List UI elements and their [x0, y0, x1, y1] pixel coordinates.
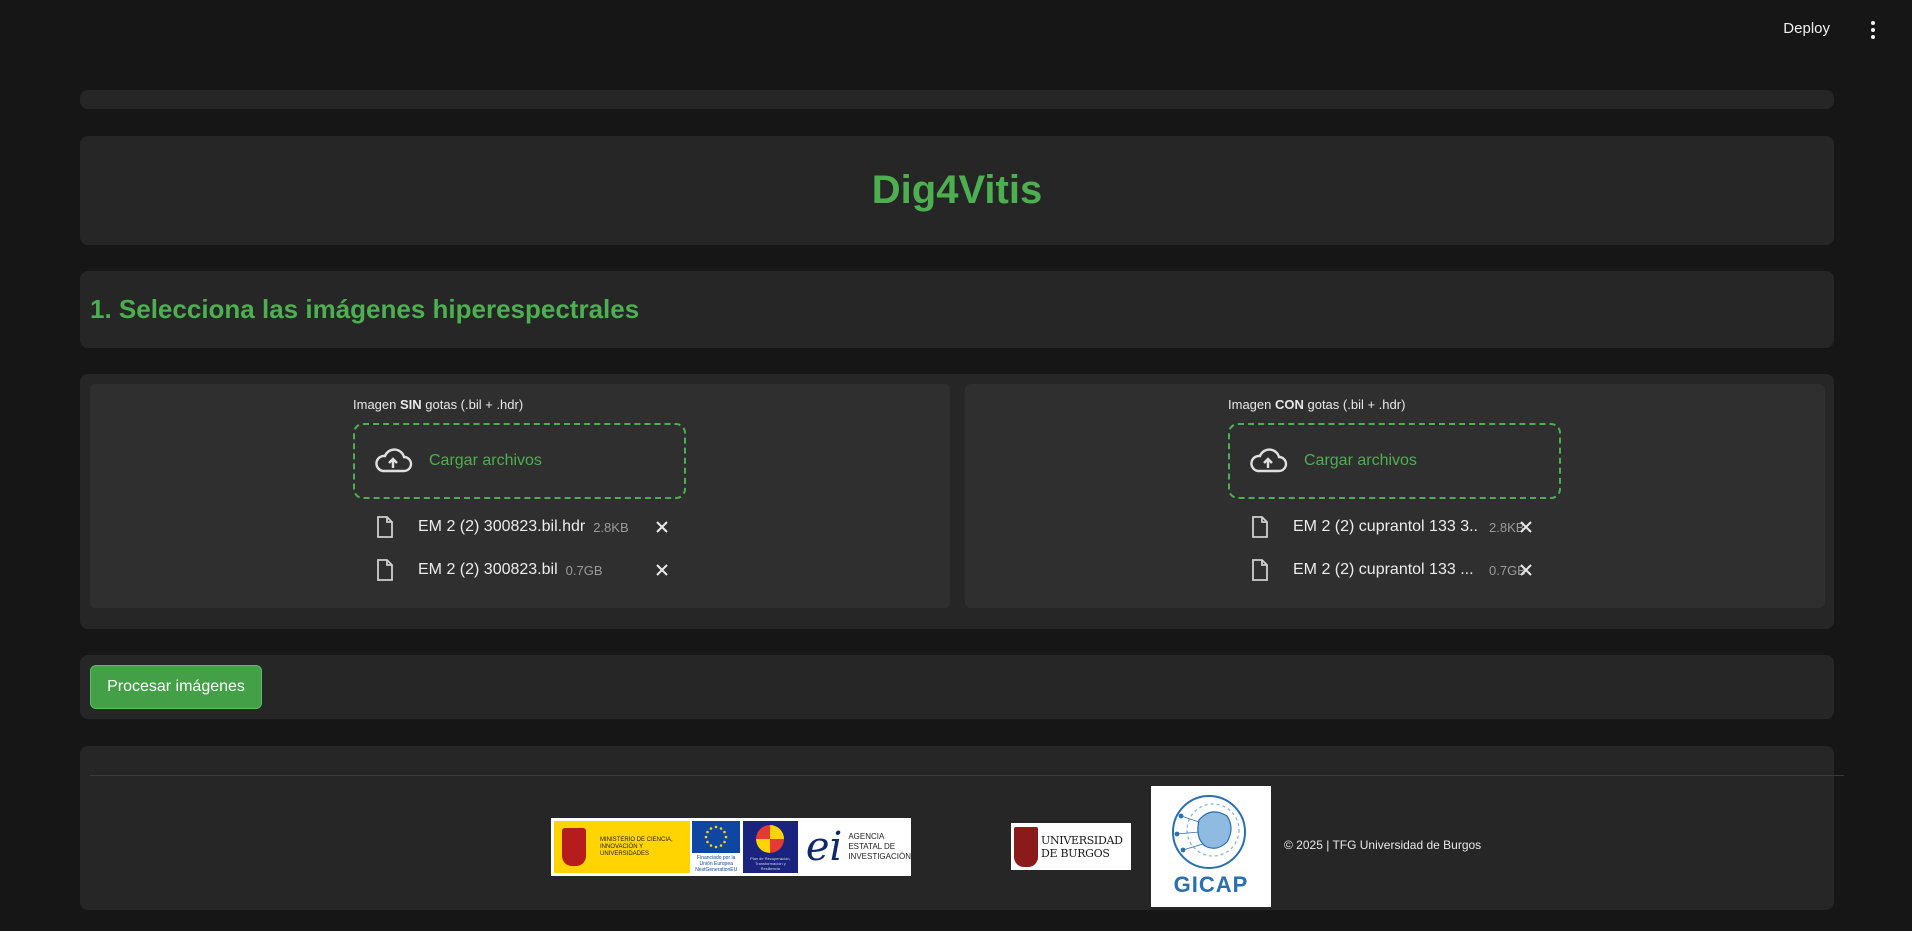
ministerio-logo: MINISTERIO DE CIENCIA, INNOVACIÓN Y UNIV…	[554, 821, 690, 873]
dropzone-label: Cargar archivos	[429, 452, 542, 469]
footer-divider	[90, 775, 1844, 776]
footer: MINISTERIO DE CIENCIA, INNOVACIÓN Y UNIV…	[80, 746, 1844, 910]
eu-logo: Financiado por la Unión Europea NextGene…	[691, 821, 741, 873]
app-title: Dig4Vitis	[871, 168, 1043, 212]
file-icon	[1252, 516, 1268, 538]
funding-logos: MINISTERIO DE CIENCIA, INNOVACIÓN Y UNIV…	[551, 818, 911, 876]
aei-emblem-icon: ei	[805, 824, 843, 870]
cloud-upload-icon	[375, 448, 413, 473]
uploaded-file-row: EM 2 (2) 300823.bil.hdr 2.8KB	[353, 514, 686, 540]
file-icon	[377, 516, 393, 538]
uploaded-file-row: EM 2 (2) cuprantol 133 3... 2.8KB	[1228, 514, 1561, 540]
header-strip	[80, 90, 1834, 109]
upload-label-sin: Imagen SIN gotas (.bil + .hdr)	[353, 397, 524, 412]
remove-file-icon[interactable]	[1517, 561, 1535, 579]
prtr-emblem-icon	[756, 825, 785, 853]
file-name: EM 2 (2) 300823.bil.hdr	[418, 518, 586, 535]
uploaded-file-row: EM 2 (2) cuprantol 133 ... 0.7GB	[1228, 557, 1561, 583]
upload-panel: Imagen SIN gotas (.bil + .hdr) Cargar ar…	[80, 374, 1834, 629]
aei-logo: ei AGENCIA ESTATAL DE INVESTIGACIÓN	[805, 824, 911, 870]
upload-column-sin: Imagen SIN gotas (.bil + .hdr) Cargar ar…	[90, 384, 950, 608]
remove-file-icon[interactable]	[653, 518, 671, 536]
cloud-upload-icon	[1250, 448, 1288, 473]
file-icon	[1252, 559, 1268, 581]
top-bar: Deploy	[0, 0, 1912, 60]
file-icon	[377, 559, 393, 581]
remove-file-icon[interactable]	[1517, 518, 1535, 536]
brain-network-icon	[1172, 795, 1246, 869]
file-size: 2.8KB	[593, 519, 629, 535]
file-dropzone-con[interactable]: Cargar archivos	[1228, 423, 1561, 499]
file-name: EM 2 (2) 300823.bil	[418, 561, 558, 578]
file-size: 0.7GB	[565, 562, 603, 578]
eu-flag-icon	[692, 821, 741, 853]
ubu-shield-icon	[1014, 826, 1038, 867]
process-images-button[interactable]: Procesar imágenes	[90, 665, 262, 709]
copyright-text: © 2025 | TFG Universidad de Burgos	[1284, 838, 1482, 852]
uploaded-file-row: EM 2 (2) 300823.bil 0.7GB	[353, 557, 686, 583]
prtr-logo: Plan de Recuperación, Transformación y R…	[742, 821, 798, 873]
spain-coat-of-arms-icon	[562, 828, 586, 866]
gicap-logo: GICAP	[1151, 786, 1271, 907]
upload-column-con: Imagen CON gotas (.bil + .hdr) Cargar ar…	[965, 384, 1825, 608]
file-name: EM 2 (2) cuprantol 133 ...	[1293, 561, 1474, 578]
section-panel: 1. Selecciona las imágenes hiperespectra…	[80, 271, 1834, 348]
file-name: EM 2 (2) cuprantol 133 3...	[1293, 518, 1479, 535]
title-panel: Dig4Vitis	[80, 136, 1834, 245]
dropzone-label: Cargar archivos	[1304, 452, 1417, 469]
universidad-burgos-logo: UNIVERSIDAD DE BURGOS	[1011, 823, 1131, 870]
kebab-menu-icon[interactable]	[1864, 20, 1882, 40]
remove-file-icon[interactable]	[653, 561, 671, 579]
section-title: 1. Selecciona las imágenes hiperespectra…	[90, 294, 640, 324]
action-panel: Procesar imágenes	[80, 655, 1834, 719]
upload-label-con: Imagen CON gotas (.bil + .hdr)	[1228, 397, 1406, 412]
deploy-button[interactable]: Deploy	[1783, 20, 1830, 37]
file-dropzone-sin[interactable]: Cargar archivos	[353, 423, 686, 499]
